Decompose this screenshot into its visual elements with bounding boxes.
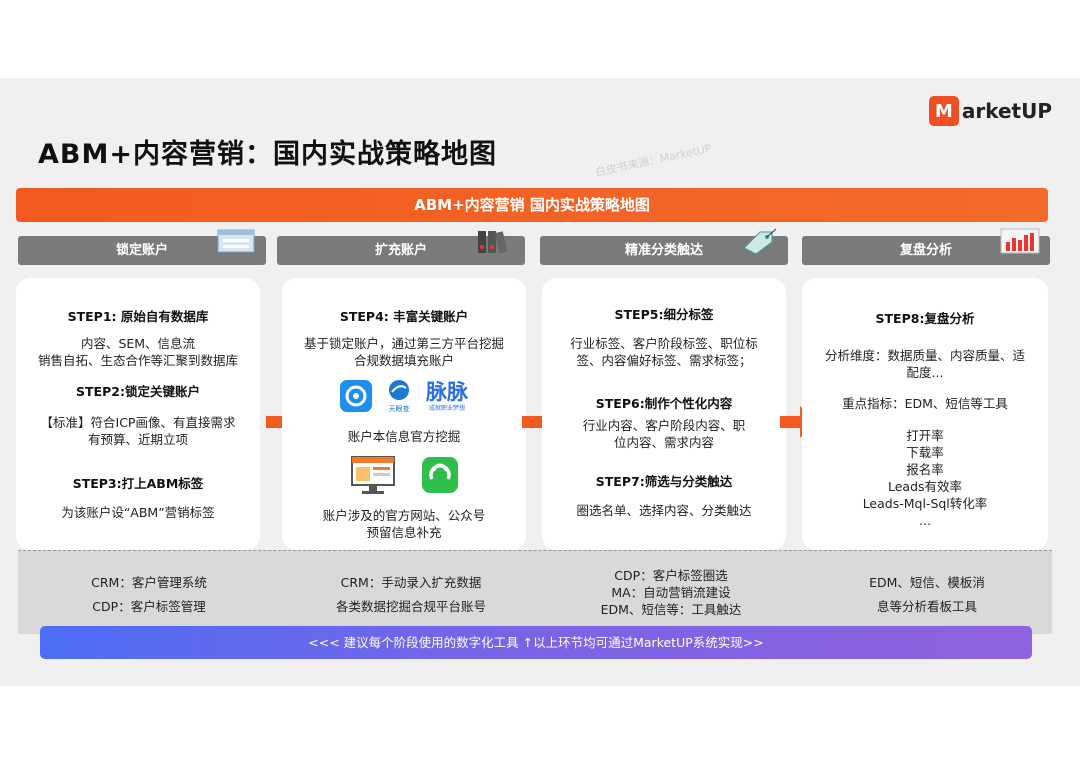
step4-line4: 账户涉及的官方网站、公众号 xyxy=(322,508,486,523)
tianyancha-icon xyxy=(389,379,409,400)
watermark: 白皮书来源：MarketUP xyxy=(594,141,713,180)
data-platform-row: 天眼查 脉脉 成就职业梦想 xyxy=(282,377,526,415)
step3-title: STEP3:打上ABM标签 xyxy=(72,476,204,491)
tool-item: CRM：客户管理系统 xyxy=(91,575,207,590)
phase-review-analysis: 复盘分析 xyxy=(802,228,1050,265)
step8-line2: 配度... xyxy=(906,365,944,380)
wechat-official-account-icon xyxy=(422,457,458,493)
maimai-logo: 脉脉 成就职业梦想 xyxy=(426,381,468,412)
digital-tools-strip: CRM：客户管理系统 CDP：客户标签管理 CRM：手动录入扩充数据 各类数据挖… xyxy=(18,550,1052,634)
step5-line1: 行业标签、客户阶段标签、职位标 xyxy=(570,336,758,351)
card-expand-account: STEP4: 丰富关键账户 基于锁定账户，通过第三方平台挖掘 合规数据填充账户 … xyxy=(282,278,526,550)
step5-line2: 签、内容偏好标签、需求标签； xyxy=(576,353,752,368)
metric-open-rate: 打开率 xyxy=(906,428,944,443)
strategy-banner: ABM+内容营销 国内实战策略地图 xyxy=(16,188,1048,222)
step2-line1: 【标准】符合ICP画像、有直接需求 xyxy=(40,415,236,430)
phase-lock-account: 锁定账户 xyxy=(18,229,266,265)
card-precise-reach: STEP5:细分标签 行业标签、客户阶段标签、职位标 签、内容偏好标签、需求标签… xyxy=(542,278,786,550)
step6-line1: 行业内容、客户阶段内容、职 xyxy=(582,418,746,433)
metric-signup-rate: 报名率 xyxy=(906,462,944,477)
step7-line1: 圈选名单、选择内容、分类触达 xyxy=(576,503,752,518)
bottom-note-bar: <<< 建议每个阶段使用的数字化工具 ↑以上环节均可通过MarketUP系统实现… xyxy=(40,626,1032,659)
website-monitor-icon xyxy=(351,456,395,494)
step4-line5: 预留信息补充 xyxy=(366,525,442,540)
step4-title: STEP4: 丰富关键账户 xyxy=(339,309,469,324)
tool-item: CRM：手动录入扩充数据 xyxy=(340,575,482,590)
step7-title: STEP7:筛选与分类触达 xyxy=(595,474,733,489)
tianyancha-label: 天眼查 xyxy=(388,404,410,413)
card-review-analysis: STEP8:复盘分析 分析维度：数据质量、内容质量、适 配度... 重点指标：E… xyxy=(802,278,1048,550)
step8-line3: 重点指标：EDM、短信等工具 xyxy=(842,396,1008,411)
phase-expand-account: 扩充账户 xyxy=(277,231,525,265)
bar-chart-icon xyxy=(1000,228,1040,254)
tools-lock-account: CRM：客户管理系统 CDP：客户标签管理 xyxy=(18,571,280,619)
official-channels-row xyxy=(282,455,526,495)
step1-title: STEP1: 原始自有数据库 xyxy=(67,309,209,324)
page-title: ABM+内容营销：国内实战策略地图 xyxy=(38,139,497,170)
tool-item: EDM、短信、模板消 xyxy=(869,575,985,590)
form-window-icon xyxy=(217,229,255,253)
metric-more: ... xyxy=(919,513,931,528)
step2-line2: 有预算、近期立项 xyxy=(87,432,188,447)
slide: ABM+内容营销：国内实战策略地图 M arketUP 白皮书来源：Market… xyxy=(0,78,1080,686)
phase-precise-reach: 精准分类触达 xyxy=(540,228,788,265)
metric-download-rate: 下载率 xyxy=(906,445,944,460)
step4-line3: 账户本信息官方挖掘 xyxy=(347,429,461,444)
phase-label: 复盘分析 xyxy=(899,243,952,258)
tool-item: CDP：客户标签管理 xyxy=(92,599,206,614)
card-lock-account: STEP1: 原始自有数据库 内容、SEM、信息流 销售自拓、生态合作等汇聚到数… xyxy=(16,278,260,550)
maimai-slogan: 成就职业梦想 xyxy=(428,404,465,412)
logo-text: arketUP xyxy=(961,99,1052,123)
tool-item: MA：自动营销流建设 xyxy=(611,585,731,600)
price-tag-icon xyxy=(743,228,777,254)
phase-label: 锁定账户 xyxy=(115,243,168,258)
tool-item: 各类数据挖掘合规平台账号 xyxy=(335,599,486,614)
tool-item: EDM、短信等：工具触达 xyxy=(600,602,742,617)
step8-line1: 分析维度：数据质量、内容质量、适 xyxy=(824,348,1025,363)
step4-line2: 合规数据填充账户 xyxy=(353,353,454,368)
tool-item: 息等分析看板工具 xyxy=(876,599,977,614)
tools-expand-account: CRM：手动录入扩充数据 各类数据挖掘合规平台账号 xyxy=(280,571,542,619)
step6-title: STEP6:制作个性化内容 xyxy=(595,396,733,411)
binders-icon xyxy=(478,231,508,254)
qichacha-icon xyxy=(340,380,372,412)
step3-line1: 为该账户设“ABM”营销标签 xyxy=(61,505,215,520)
logo-badge: M xyxy=(928,96,959,126)
metric-conversion-rate: Leads-Mql-Sql转化率 xyxy=(862,496,988,511)
tools-precise-reach: CDP：客户标签圈选 MA：自动营销流建设 EDM、短信等：工具触达 xyxy=(540,567,802,618)
phase-label: 扩充账户 xyxy=(374,243,427,258)
maimai-label: 脉脉 xyxy=(426,379,468,404)
phase-label: 精准分类触达 xyxy=(624,243,703,258)
step6-line2: 位内容、需求内容 xyxy=(613,435,714,450)
step5-title: STEP5:细分标签 xyxy=(614,307,714,322)
step8-title: STEP8:复盘分析 xyxy=(875,311,975,326)
step4-line1: 基于锁定账户，通过第三方平台挖掘 xyxy=(303,336,504,351)
metric-leads-valid-rate: Leads有效率 xyxy=(887,479,963,494)
tianyancha-logo: 天眼查 xyxy=(386,379,412,414)
step2-title: STEP2:锁定关键账户 xyxy=(76,384,200,399)
marketup-logo: M arketUP xyxy=(928,96,1052,126)
tools-review-analysis: EDM、短信、模板消 息等分析看板工具 xyxy=(802,571,1052,619)
step1-line2: 销售自拓、生态合作等汇聚到数据库 xyxy=(37,353,238,368)
step1-line1: 内容、SEM、信息流 xyxy=(80,336,196,351)
tool-item: CDP：客户标签圈选 xyxy=(614,568,728,583)
